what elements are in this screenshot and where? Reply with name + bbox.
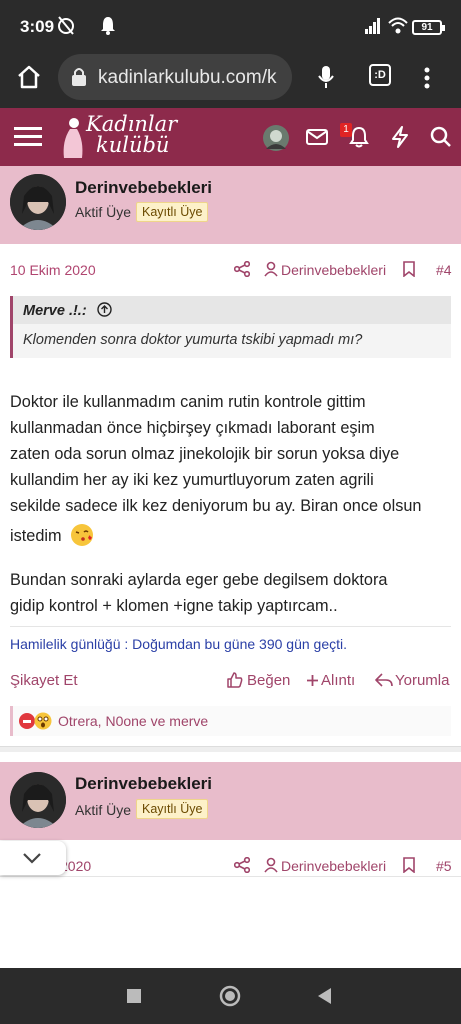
site-header: Kadınlar kulübü 1 [0,108,461,166]
back-icon[interactable] [318,988,332,1004]
wifi-icon [388,17,408,34]
avatar[interactable] [10,772,66,828]
post-author-link[interactable]: Derinvebebekleri [281,262,386,278]
share-icon[interactable] [234,261,250,277]
chevron-down-icon [23,853,41,864]
user-role: Aktif Üye [75,204,132,220]
plus-icon[interactable] [306,674,319,687]
thumbs-up-icon[interactable] [227,672,243,688]
bell-icon[interactable] [349,126,369,148]
post-date[interactable]: 10 Ekim 2020 [10,262,96,278]
reaction-users[interactable]: Otrera, N0one ve merve [58,713,208,729]
status-bar: 3:09 91 [0,0,461,52]
post-line: Doktor ile kullanmadım canim rutin kontr… [10,393,366,411]
account-avatar[interactable] [263,125,289,151]
arrow-up-circle-icon[interactable] [97,302,112,317]
post-line: istedim [10,527,62,545]
post-number[interactable]: #5 [436,858,452,874]
search-icon[interactable] [430,126,452,148]
quote-header[interactable]: Merve .!.: [13,296,451,324]
post-line: kullandim her ay iki kez yumurtluyorum z… [10,471,374,489]
post-meta-row: 10 Ekim 2020 Derinvebebekleri #4 [0,251,461,289]
like-button[interactable]: Beğen [247,672,290,689]
avatar-photo [10,174,66,230]
page-blank-area [0,876,461,968]
post-line: gidip kontrol + klomen +igne takip yaptı… [10,597,338,615]
logo-line-2: kulübü [96,133,170,157]
post-number[interactable]: #4 [436,262,452,278]
tab-switcher-button[interactable]: :D [369,64,391,86]
hamburger-icon[interactable] [14,125,42,149]
post-username[interactable]: Derinvebebekleri [75,178,212,198]
post-author-header: Derinvebebekleri Aktif Üye Kayıtlı Üye [0,166,461,244]
system-nav-bar [0,968,461,1024]
quote-action-button[interactable]: Alıntı [321,672,355,689]
post-line: zaten oda sorun olmaz jinekolojik bir so… [10,445,400,463]
post-line-with-emoji: istedim [10,523,456,549]
reactions-bar[interactable]: Otrera, N0one ve merve [10,706,451,736]
kiss-emoji-icon [71,524,94,546]
post-line: sekilde sadece ilk kez deniyorum bu ay. … [10,497,422,515]
logo-figure-icon[interactable] [60,116,86,160]
mail-icon[interactable] [306,128,328,146]
home-nav-icon[interactable] [219,985,241,1007]
avatar-photo [10,772,66,828]
kebab-icon[interactable] [422,66,432,90]
user-icon [264,857,278,873]
post-meta-row: 2020 Derinvebebekleri #5 [0,848,461,878]
signature-divider [10,626,451,627]
post-body-paragraph-2: Bundan sonraki aylarda eger gebe degilse… [10,567,456,619]
quote-text: Klomenden sonra doktor yumurta tskibi ya… [23,332,363,348]
user-icon [264,261,278,277]
reply-button[interactable]: Yorumla [395,672,449,689]
scroll-down-button[interactable] [0,841,66,875]
post-username[interactable]: Derinvebebekleri [75,774,212,794]
avatar[interactable] [10,174,66,230]
signal-icon [365,18,380,34]
reply-icon[interactable] [375,673,393,687]
notification-bell-icon [101,17,115,35]
home-icon[interactable] [16,64,42,90]
mic-icon[interactable] [316,64,336,90]
site-logo[interactable]: Kadınlar kulübü [86,114,177,156]
report-button[interactable]: Şikayet Et [10,672,78,689]
post-body-paragraph-1: Doktor ile kullanmadım canim rutin kontr… [10,389,456,549]
address-bar[interactable]: kadinlarkulubu.com/k [58,54,292,100]
bookmark-icon[interactable] [403,857,415,873]
post-author-link[interactable]: Derinvebebekleri [281,858,386,874]
post-line: kullanmadan önce hiçbirşey çıkmadı labor… [10,419,375,437]
status-time: 3:09 [20,17,55,36]
battery-icon: 91 [412,20,445,35]
bolt-icon[interactable] [391,126,409,148]
bookmark-icon[interactable] [403,261,415,277]
surprised-reaction-icon [34,712,52,730]
share-icon[interactable] [234,857,250,873]
dislike-reaction-icon [19,713,35,729]
post-author-header: Derinvebebekleri Aktif Üye Kayıtlı Üye [0,762,461,840]
alarm-off-icon [58,16,74,35]
user-role: Aktif Üye [75,802,132,818]
post-actions: Şikayet Et Beğen Alıntı Yorumla [0,668,461,696]
quote-block: Merve .!.: Klomenden sonra doktor yumurt… [10,296,451,358]
recents-icon[interactable] [127,989,141,1003]
user-badge: Kayıtlı Üye [136,202,209,222]
post-line: Bundan sonraki aylarda eger gebe degilse… [10,571,388,589]
lock-icon[interactable] [70,66,88,88]
user-badge: Kayıtlı Üye [136,799,209,819]
user-signature[interactable]: Hamilelik günlüğü : Doğumdan bu güne 390… [10,636,347,652]
url-text: kadinlarkulubu.com/k [98,67,277,88]
browser-toolbar: kadinlarkulubu.com/k :D [0,52,461,108]
post-separator [0,746,461,752]
quote-author: Merve .!.: [23,303,87,319]
